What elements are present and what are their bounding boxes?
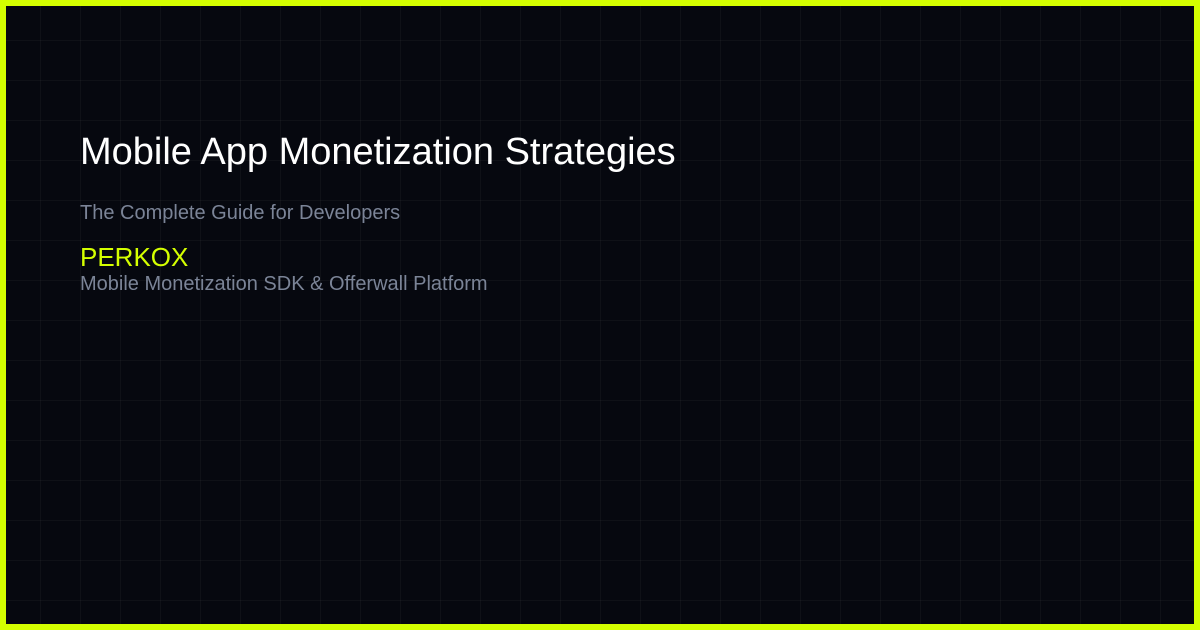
brand-tagline: Mobile Monetization SDK & Offerwall Plat… <box>80 273 488 295</box>
page-title: Mobile App Monetization Strategies <box>80 131 676 173</box>
social-share-card: Mobile App Monetization Strategies The C… <box>0 0 1200 630</box>
page-subtitle: The Complete Guide for Developers <box>80 202 401 224</box>
